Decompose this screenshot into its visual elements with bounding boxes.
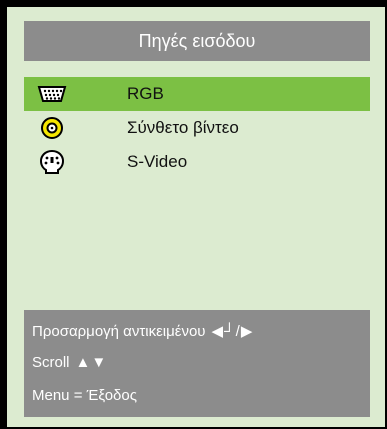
source-list: RGB Σύνθετο βίντεο S-Video xyxy=(24,77,370,179)
composite-video-icon xyxy=(36,115,68,141)
menu-title-bar: Πηγές εισόδου xyxy=(24,21,370,61)
source-label-s-video: S-Video xyxy=(127,152,188,171)
menu-exit-label: Menu = Έξοδος xyxy=(32,386,137,404)
menu-exit-hint: Menu = Έξοδος xyxy=(32,383,137,407)
source-label-rgb: RGB xyxy=(127,84,164,103)
scroll-hint-label: Scroll xyxy=(32,353,70,371)
help-footer: Προσαρμογή αντικειμένου ◀┘/▶ Scroll ▲▼ M… xyxy=(24,310,370,417)
scroll-hint: Scroll ▲▼ xyxy=(32,350,107,374)
menu-title: Πηγές εισόδου xyxy=(138,30,256,51)
enter-right-arrows-icon: ◀┘/▶ xyxy=(211,323,254,340)
source-label-composite: Σύνθετο βίντεο xyxy=(127,118,239,137)
source-item-composite[interactable]: Σύνθετο βίντεο xyxy=(24,111,370,145)
osd-frame: Πηγές εισόδου RGB Σύνθετο βίντεο S-Video… xyxy=(0,0,387,429)
up-down-arrows-icon: ▲▼ xyxy=(75,353,108,371)
source-item-rgb[interactable]: RGB xyxy=(24,77,370,111)
adjust-hint-label: Προσαρμογή αντικειμένου xyxy=(32,322,206,340)
vga-connector-icon xyxy=(36,81,68,107)
adjust-hint: Προσαρμογή αντικειμένου ◀┘/▶ xyxy=(32,319,253,343)
source-item-s-video[interactable]: S-Video xyxy=(24,145,370,179)
s-video-icon xyxy=(36,149,68,175)
